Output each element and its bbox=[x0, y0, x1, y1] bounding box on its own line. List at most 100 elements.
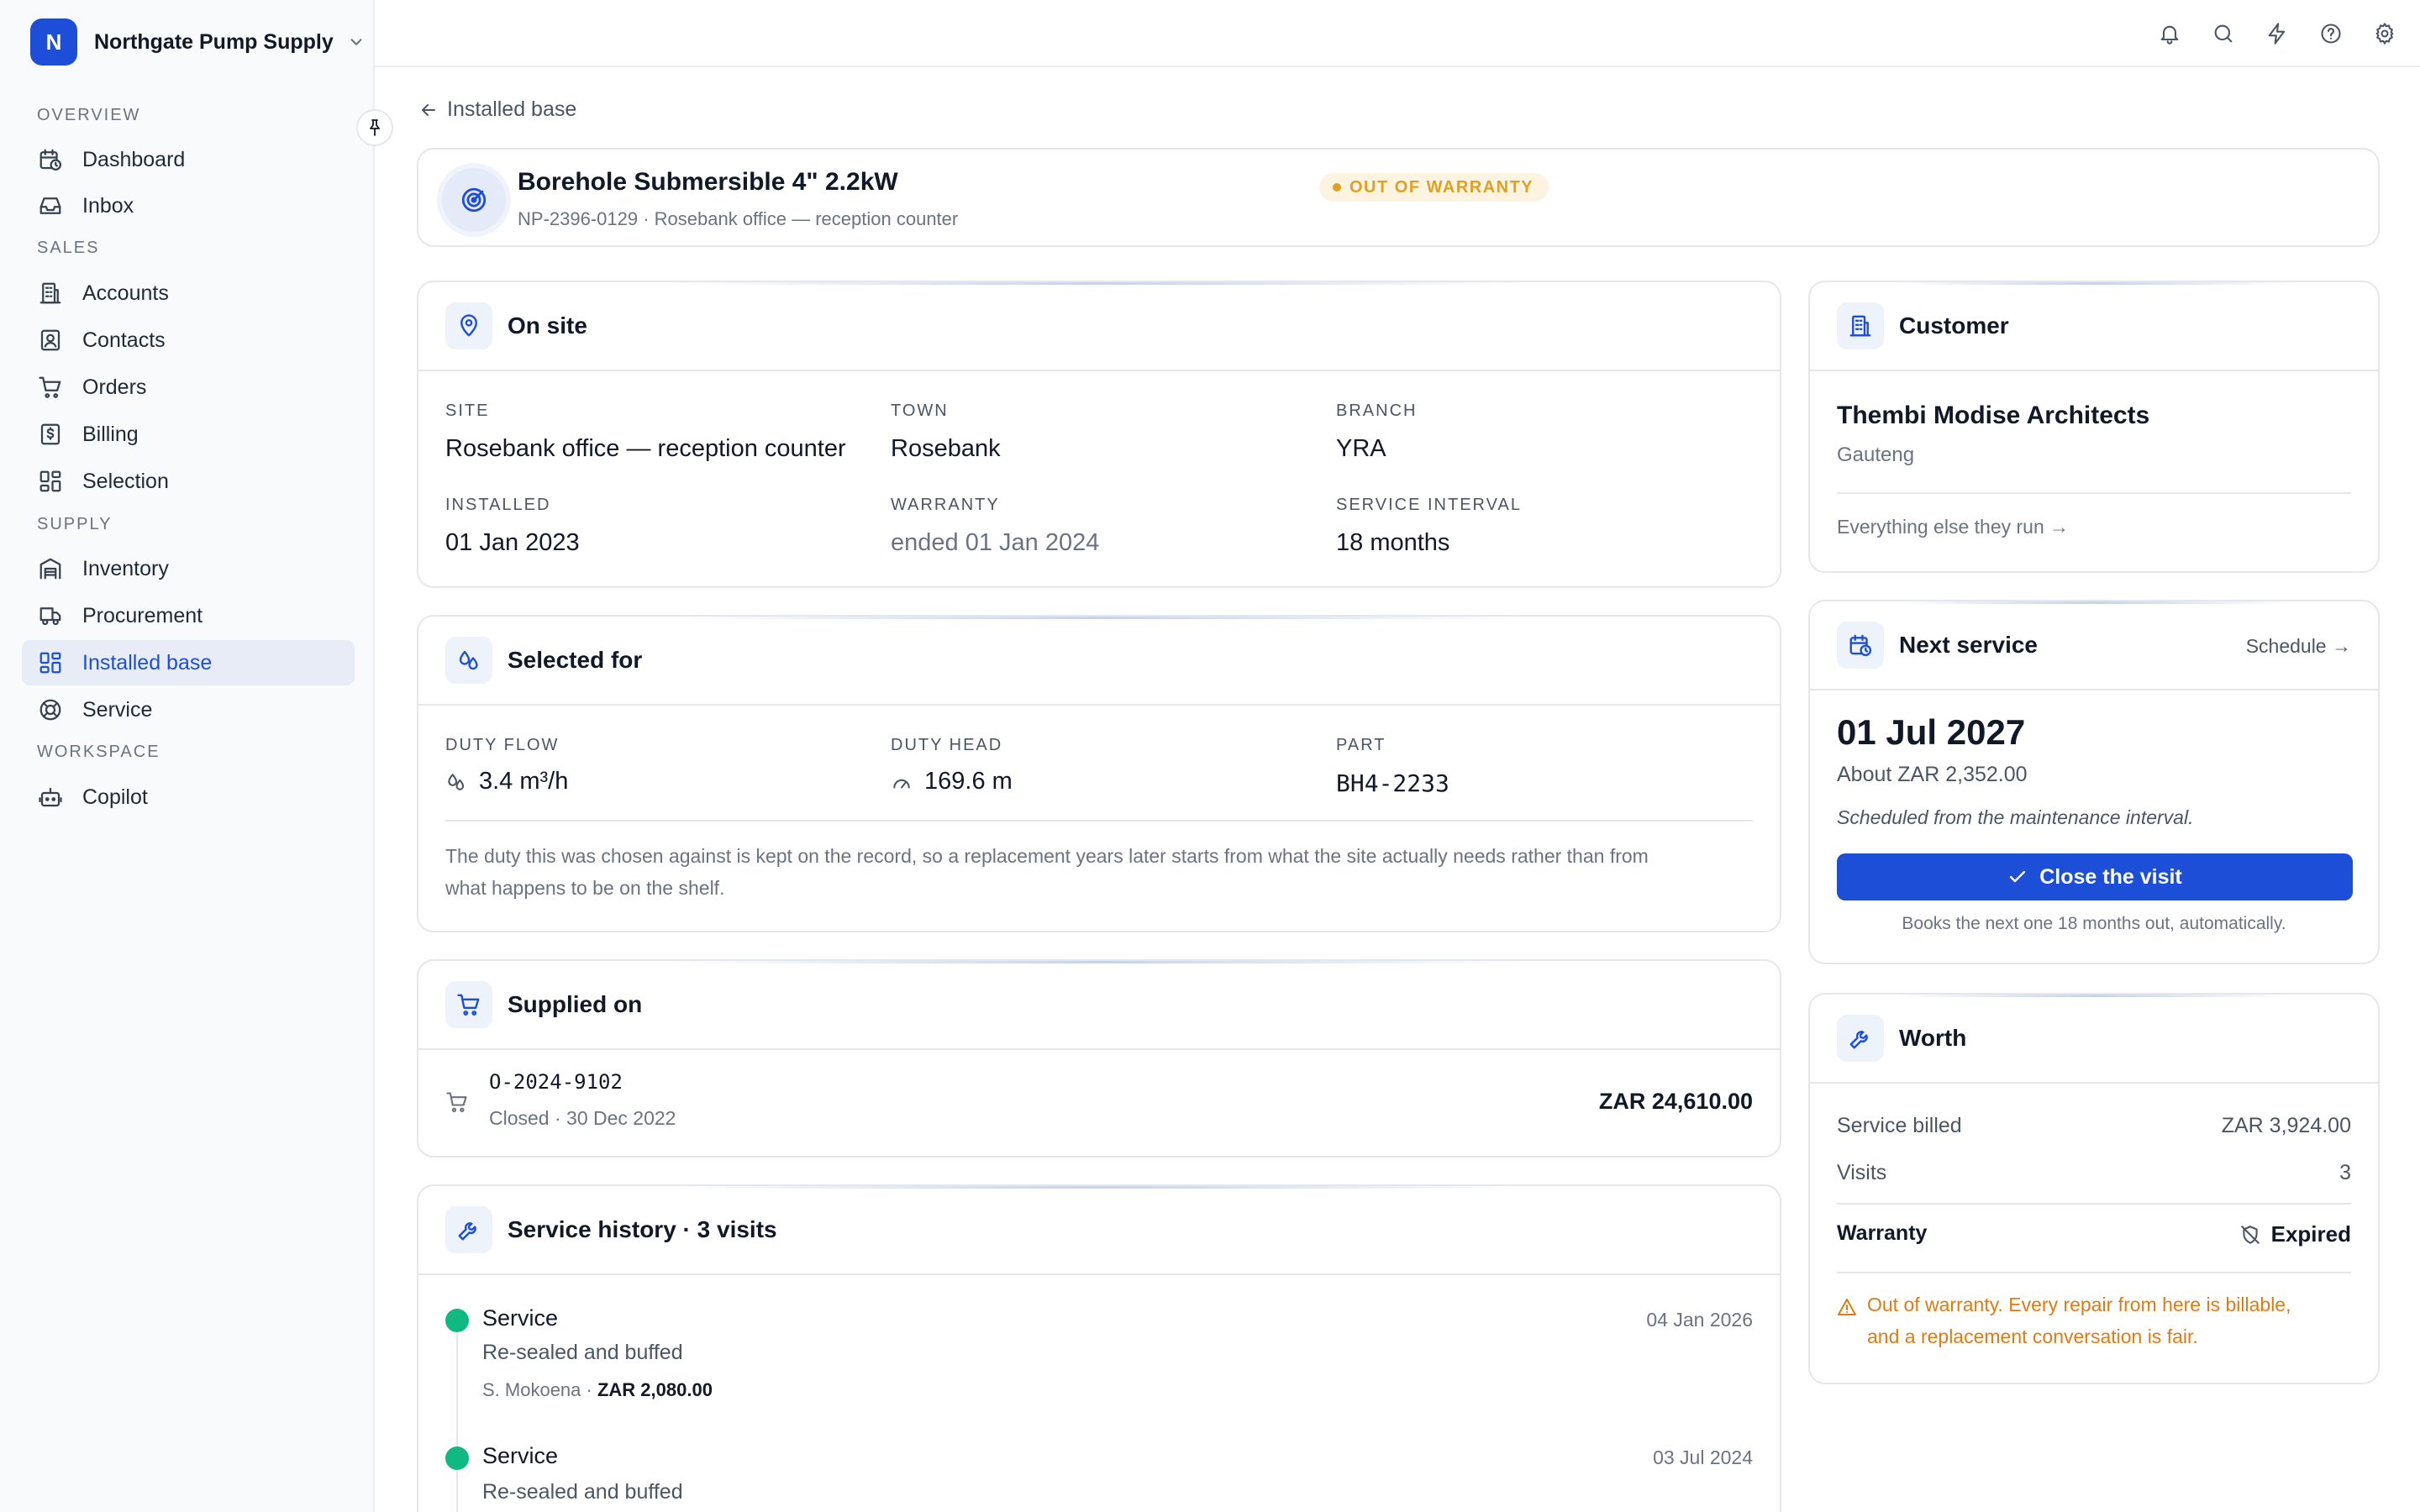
asset-subtitle: NP-2396-0129 · Rosebank office — recepti… bbox=[518, 208, 959, 229]
warranty-value: ended 01 Jan 2024 bbox=[891, 529, 1100, 556]
warranty-value: Expired bbox=[2239, 1221, 2351, 1247]
visit-description: Re-sealed and buffed bbox=[482, 1480, 683, 1504]
sidebar-item-billing[interactable]: Billing bbox=[22, 412, 355, 457]
asset-title: Borehole Submersible 4" 2.2kW bbox=[518, 168, 898, 196]
site-value: Rosebank office — reception counter bbox=[445, 435, 846, 462]
supplied-on-card: Supplied on O-2024-9102 Closed · 30 Dec … bbox=[417, 959, 1781, 1158]
status-dot bbox=[445, 1446, 469, 1470]
building-icon bbox=[1837, 302, 1884, 349]
status-dot bbox=[445, 1309, 469, 1332]
selected-for-card: Selected for DUTY FLOW 3.4 m³/h DUTY HEA… bbox=[417, 615, 1781, 932]
sidebar-item-procurement[interactable]: Procurement bbox=[22, 593, 355, 638]
nav-section-sales: SALES bbox=[37, 239, 100, 257]
sidebar-item-label: Accounts bbox=[82, 281, 169, 305]
calendar-clock-icon bbox=[1837, 622, 1884, 669]
customer-card: Customer Thembi Modise Architects Gauten… bbox=[1808, 281, 2380, 573]
sidebar-item-label: Contacts bbox=[82, 328, 166, 352]
sidebar-item-dashboard[interactable]: Dashboard bbox=[22, 137, 355, 182]
card-title: Customer bbox=[1899, 312, 2009, 339]
pin-icon bbox=[370, 119, 380, 136]
card-title: Next service bbox=[1899, 632, 2039, 658]
map-pin-icon bbox=[445, 302, 492, 349]
lightning-icon[interactable] bbox=[2260, 17, 2294, 50]
sidebar-item-service[interactable]: Service bbox=[22, 687, 355, 732]
close-visit-button[interactable]: Close the visit bbox=[1837, 853, 2353, 900]
sidebar: N Northgate Pump Supply OVERVIEW Dashboa… bbox=[0, 0, 375, 1512]
customer-assets-link[interactable]: Everything else they run → bbox=[1837, 516, 2069, 538]
shield-off-icon bbox=[2240, 1225, 2260, 1244]
lifebuoy-icon bbox=[37, 696, 64, 723]
installed-label: INSTALLED bbox=[445, 496, 551, 514]
sidebar-item-label: Orders bbox=[82, 375, 147, 399]
sidebar-item-inventory[interactable]: Inventory bbox=[22, 546, 355, 591]
branch-label: BRANCH bbox=[1336, 402, 1418, 420]
customer-name[interactable]: Thembi Modise Architects bbox=[1837, 402, 2149, 430]
org-switcher[interactable]: N Northgate Pump Supply bbox=[30, 18, 366, 66]
sidebar-item-orders[interactable]: Orders bbox=[22, 365, 355, 410]
sidebar-item-installed-base[interactable]: Installed base bbox=[22, 640, 355, 685]
order-amount: ZAR 24,610.00 bbox=[1598, 1089, 1753, 1114]
card-title: Service history · 3 visits bbox=[508, 1216, 777, 1242]
town-value: Rosebank bbox=[891, 435, 1001, 462]
sidebar-item-inbox[interactable]: Inbox bbox=[22, 183, 355, 228]
grid-icon bbox=[37, 468, 64, 495]
sidebar-item-label: Dashboard bbox=[82, 147, 186, 171]
next-service-note: Scheduled from the maintenance interval. bbox=[1837, 806, 2194, 828]
branch-value: YRA bbox=[1336, 435, 1386, 462]
installed-value: 01 Jan 2023 bbox=[445, 529, 580, 556]
cart-icon bbox=[37, 374, 64, 401]
gear-icon[interactable] bbox=[2368, 17, 2402, 50]
schedule-link[interactable]: Schedule → bbox=[2246, 635, 2351, 658]
warehouse-icon bbox=[37, 555, 64, 582]
bell-icon[interactable] bbox=[2153, 17, 2186, 50]
help-icon[interactable] bbox=[2314, 17, 2348, 50]
service-interval-value: 18 months bbox=[1336, 529, 1450, 556]
warranty-label: Warranty bbox=[1837, 1221, 1928, 1245]
service-billed-label: Service billed bbox=[1837, 1114, 1962, 1137]
warranty-label: WARRANTY bbox=[891, 496, 1000, 514]
grid-icon bbox=[37, 649, 64, 676]
warning-icon bbox=[1838, 1299, 1856, 1315]
nav-section-workspace: WORKSPACE bbox=[37, 743, 160, 761]
robot-icon bbox=[37, 784, 64, 811]
asset-header-card: Borehole Submersible 4" 2.2kW OUT OF WAR… bbox=[417, 148, 2380, 247]
card-title: Supplied on bbox=[508, 991, 643, 1017]
sidebar-item-selection[interactable]: Selection bbox=[22, 459, 355, 504]
visit-type: Service bbox=[482, 1305, 559, 1331]
sidebar-item-contacts[interactable]: Contacts bbox=[22, 318, 355, 363]
back-link-label: Installed base bbox=[447, 97, 577, 121]
duty-flow-value: 3.4 m³/h bbox=[445, 768, 568, 795]
pin-sidebar-button[interactable] bbox=[356, 109, 393, 146]
nav-section-overview: OVERVIEW bbox=[37, 106, 141, 124]
site-label: SITE bbox=[445, 402, 490, 420]
service-interval-label: SERVICE INTERVAL bbox=[1336, 496, 1522, 514]
calendar-clock-icon bbox=[37, 146, 64, 173]
org-name: Northgate Pump Supply bbox=[94, 29, 334, 54]
visit-technician: S. Mokoena · ZAR 2,080.00 bbox=[482, 1379, 713, 1400]
sidebar-item-label: Copilot bbox=[82, 785, 148, 809]
order-number: O-2024-9102 bbox=[489, 1070, 623, 1094]
back-link[interactable]: Installed base bbox=[418, 97, 576, 122]
search-icon[interactable] bbox=[2207, 17, 2240, 50]
customer-region: Gauteng bbox=[1837, 444, 1915, 466]
chevron-down-icon bbox=[350, 39, 362, 45]
card-title: Selected for bbox=[508, 647, 643, 673]
visits-label: Visits bbox=[1837, 1161, 1887, 1184]
contact-card-icon bbox=[37, 327, 64, 354]
duty-head-value: 169.6 m bbox=[891, 768, 1013, 795]
building-icon bbox=[37, 280, 64, 307]
sidebar-item-label: Inbox bbox=[82, 193, 134, 218]
sidebar-item-label: Installed base bbox=[82, 650, 213, 675]
visit-type: Service bbox=[482, 1443, 559, 1468]
warranty-status-badge: OUT OF WARRANTY bbox=[1319, 173, 1549, 202]
sidebar-item-accounts[interactable]: Accounts bbox=[22, 270, 355, 316]
duty-flow-label: DUTY FLOW bbox=[445, 736, 560, 754]
visit-description: Re-sealed and buffed bbox=[482, 1341, 683, 1364]
next-service-footnote: Books the next one 18 months out, automa… bbox=[1902, 914, 2286, 933]
sidebar-item-label: Procurement bbox=[82, 603, 203, 627]
droplets-icon bbox=[445, 637, 492, 684]
warranty-warning: Out of warranty. Every repair from here … bbox=[1867, 1294, 2291, 1347]
card-title: On site bbox=[508, 312, 587, 339]
target-icon bbox=[442, 168, 506, 232]
sidebar-item-copilot[interactable]: Copilot bbox=[22, 774, 355, 820]
